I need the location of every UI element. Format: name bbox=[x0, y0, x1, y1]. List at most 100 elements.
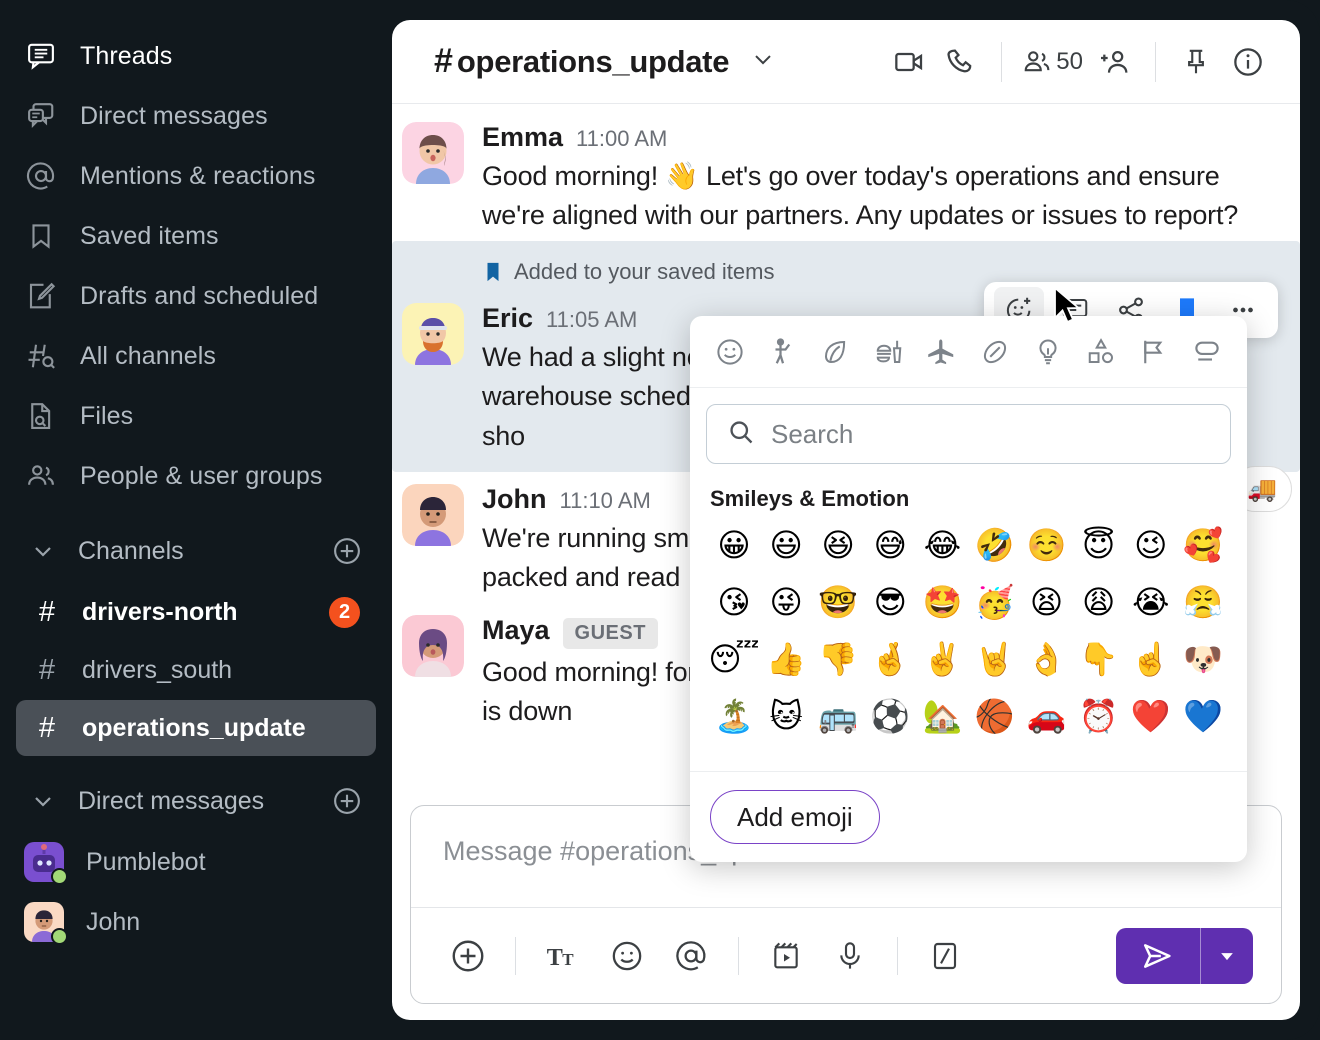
travel-category-icon[interactable] bbox=[916, 326, 969, 378]
emoji-cell[interactable]: 😜 bbox=[760, 575, 812, 629]
sidebar-item-mentions-reactions[interactable]: Mentions & reactions bbox=[0, 146, 392, 206]
message-author[interactable]: John bbox=[482, 484, 547, 515]
sidebar-channel-drivers-south[interactable]: # drivers_south bbox=[16, 642, 376, 698]
mention-icon[interactable] bbox=[662, 927, 720, 985]
sidebar-item-all-channels[interactable]: All channels bbox=[0, 326, 392, 386]
video-call-icon[interactable] bbox=[883, 36, 935, 88]
emoji-cell[interactable]: 😤 bbox=[1177, 575, 1229, 629]
emoji-cell[interactable]: 😂 bbox=[916, 518, 968, 572]
message-timestamp: 11:05 AM bbox=[546, 307, 638, 333]
emoji-cell[interactable]: 👌 bbox=[1021, 632, 1073, 686]
emoji-cell[interactable]: 🤞 bbox=[864, 632, 916, 686]
app-window: Threads Direct messages Mentions & react… bbox=[0, 0, 1320, 1040]
emoji-cell[interactable]: ❤️ bbox=[1125, 689, 1177, 743]
emoji-cell[interactable]: 🏡 bbox=[916, 689, 968, 743]
emoji-cell[interactable]: 😭 bbox=[1125, 575, 1177, 629]
emoji-search-input[interactable]: Search bbox=[706, 404, 1231, 464]
emoji-cell[interactable]: 🐶 bbox=[1177, 632, 1229, 686]
emoji-cell[interactable]: 🤩 bbox=[916, 575, 968, 629]
phone-call-icon[interactable] bbox=[935, 36, 987, 88]
emoji-cell[interactable]: ⏰ bbox=[1073, 689, 1125, 743]
emoji-cell[interactable]: 💙 bbox=[1177, 689, 1229, 743]
sidebar-item-drafts-and-scheduled[interactable]: Drafts and scheduled bbox=[0, 266, 392, 326]
symbols-category-icon[interactable] bbox=[1074, 326, 1127, 378]
slash-command-icon[interactable] bbox=[916, 927, 974, 985]
emoji-cell[interactable]: 🚗 bbox=[1021, 689, 1073, 743]
food-category-icon[interactable] bbox=[863, 326, 916, 378]
emoji-cell[interactable]: 👍 bbox=[760, 632, 812, 686]
avatar bbox=[402, 122, 464, 184]
message-author[interactable]: Eric bbox=[482, 303, 533, 334]
objects-category-icon[interactable] bbox=[1021, 326, 1074, 378]
emoji-cell[interactable]: 😎 bbox=[864, 575, 916, 629]
emoji-cell[interactable]: 😅 bbox=[864, 518, 916, 572]
video-clip-icon[interactable] bbox=[757, 927, 815, 985]
nature-category-icon[interactable] bbox=[810, 326, 863, 378]
emoji-cell[interactable]: 🐱 bbox=[760, 689, 812, 743]
emoji-cell[interactable]: 🤓 bbox=[812, 575, 864, 629]
chevron-down-icon bbox=[30, 538, 56, 564]
send-options-caret-icon[interactable] bbox=[1201, 928, 1253, 984]
pin-icon[interactable] bbox=[1170, 36, 1222, 88]
sidebar-item-label: All channels bbox=[80, 341, 217, 370]
emoji-cell[interactable]: 🏀 bbox=[968, 689, 1020, 743]
hash-icon: # bbox=[434, 42, 453, 80]
message-author[interactable]: Emma bbox=[482, 122, 563, 153]
flags-category-icon[interactable] bbox=[1127, 326, 1180, 378]
emoji-cell[interactable]: 🤘 bbox=[968, 632, 1020, 686]
emoji-row: 😘 😜 🤓 😎 🤩 🥳 😫 😩 😭 😤 bbox=[708, 575, 1229, 629]
channel-title-button[interactable]: # operations_update bbox=[434, 42, 777, 81]
emoji-cell[interactable]: 😴 bbox=[708, 632, 760, 686]
emoji-cell[interactable]: 🥰 bbox=[1177, 518, 1229, 572]
smileys-category-icon[interactable] bbox=[704, 326, 757, 378]
emoji-cell[interactable]: 😘 bbox=[708, 575, 760, 629]
emoji-cell[interactable]: 😆 bbox=[812, 518, 864, 572]
activities-category-icon[interactable] bbox=[969, 326, 1022, 378]
emoji-cell[interactable]: 🏝️ bbox=[708, 689, 760, 743]
members-button[interactable]: 50 bbox=[1016, 36, 1089, 88]
channels-section-header[interactable]: Channels bbox=[0, 520, 392, 582]
emoji-cell[interactable]: 😃 bbox=[760, 518, 812, 572]
emoji-cell[interactable]: 😉 bbox=[1125, 518, 1177, 572]
emoji-cell[interactable]: ☝️ bbox=[1125, 632, 1177, 686]
dms-section-header[interactable]: Direct messages bbox=[0, 770, 392, 832]
emoji-cell[interactable]: ⚽ bbox=[864, 689, 916, 743]
text-format-icon[interactable]: T T bbox=[534, 927, 592, 985]
message-author[interactable]: Maya bbox=[482, 615, 550, 646]
emoji-cell[interactable]: 🥳 bbox=[968, 575, 1020, 629]
audio-clip-icon[interactable] bbox=[821, 927, 879, 985]
sidebar-item-direct-messages[interactable]: Direct messages bbox=[0, 86, 392, 146]
sidebar-channel-operations-update[interactable]: # operations_update bbox=[16, 700, 376, 756]
send-icon[interactable] bbox=[1116, 928, 1200, 984]
sidebar-item-saved-items[interactable]: Saved items bbox=[0, 206, 392, 266]
svg-text:T: T bbox=[562, 950, 574, 969]
add-emoji-button[interactable]: Add emoji bbox=[710, 790, 880, 844]
add-channel-button[interactable] bbox=[332, 536, 362, 566]
sidebar-dm-john[interactable]: John bbox=[0, 892, 392, 952]
emoji-cell[interactable]: 😇 bbox=[1073, 518, 1125, 572]
sidebar-dm-pumblebot[interactable]: Pumblebot bbox=[0, 832, 392, 892]
people-category-icon[interactable] bbox=[757, 326, 810, 378]
emoji-cell[interactable]: ✌️ bbox=[916, 632, 968, 686]
sidebar-item-files[interactable]: Files bbox=[0, 386, 392, 446]
add-member-icon[interactable] bbox=[1089, 36, 1141, 88]
new-dm-button[interactable] bbox=[332, 786, 362, 816]
avatar bbox=[402, 614, 464, 677]
sidebar-item-people-user-groups[interactable]: People & user groups bbox=[0, 446, 392, 506]
emoji-cell[interactable]: 😩 bbox=[1073, 575, 1125, 629]
sidebar-item-threads[interactable]: Threads bbox=[0, 26, 392, 86]
sidebar-channel-drivers-north[interactable]: # drivers-north 2 bbox=[16, 584, 376, 640]
emoji-cell[interactable]: ☺️ bbox=[1021, 518, 1073, 572]
emoji-cell[interactable]: 👎 bbox=[812, 632, 864, 686]
info-icon[interactable] bbox=[1222, 36, 1274, 88]
emoji-cell[interactable]: 🚌 bbox=[812, 689, 864, 743]
custom-category-icon[interactable] bbox=[1180, 326, 1233, 378]
hash-icon: # bbox=[38, 595, 56, 628]
emoji-cell[interactable]: 🤣 bbox=[968, 518, 1020, 572]
emoji-cell[interactable]: 😫 bbox=[1021, 575, 1073, 629]
emoji-icon[interactable] bbox=[598, 927, 656, 985]
emoji-cell[interactable]: 😀 bbox=[708, 518, 760, 572]
emoji-picker-footer: Add emoji bbox=[690, 771, 1247, 862]
emoji-cell[interactable]: 👇 bbox=[1073, 632, 1125, 686]
plus-icon[interactable] bbox=[439, 927, 497, 985]
